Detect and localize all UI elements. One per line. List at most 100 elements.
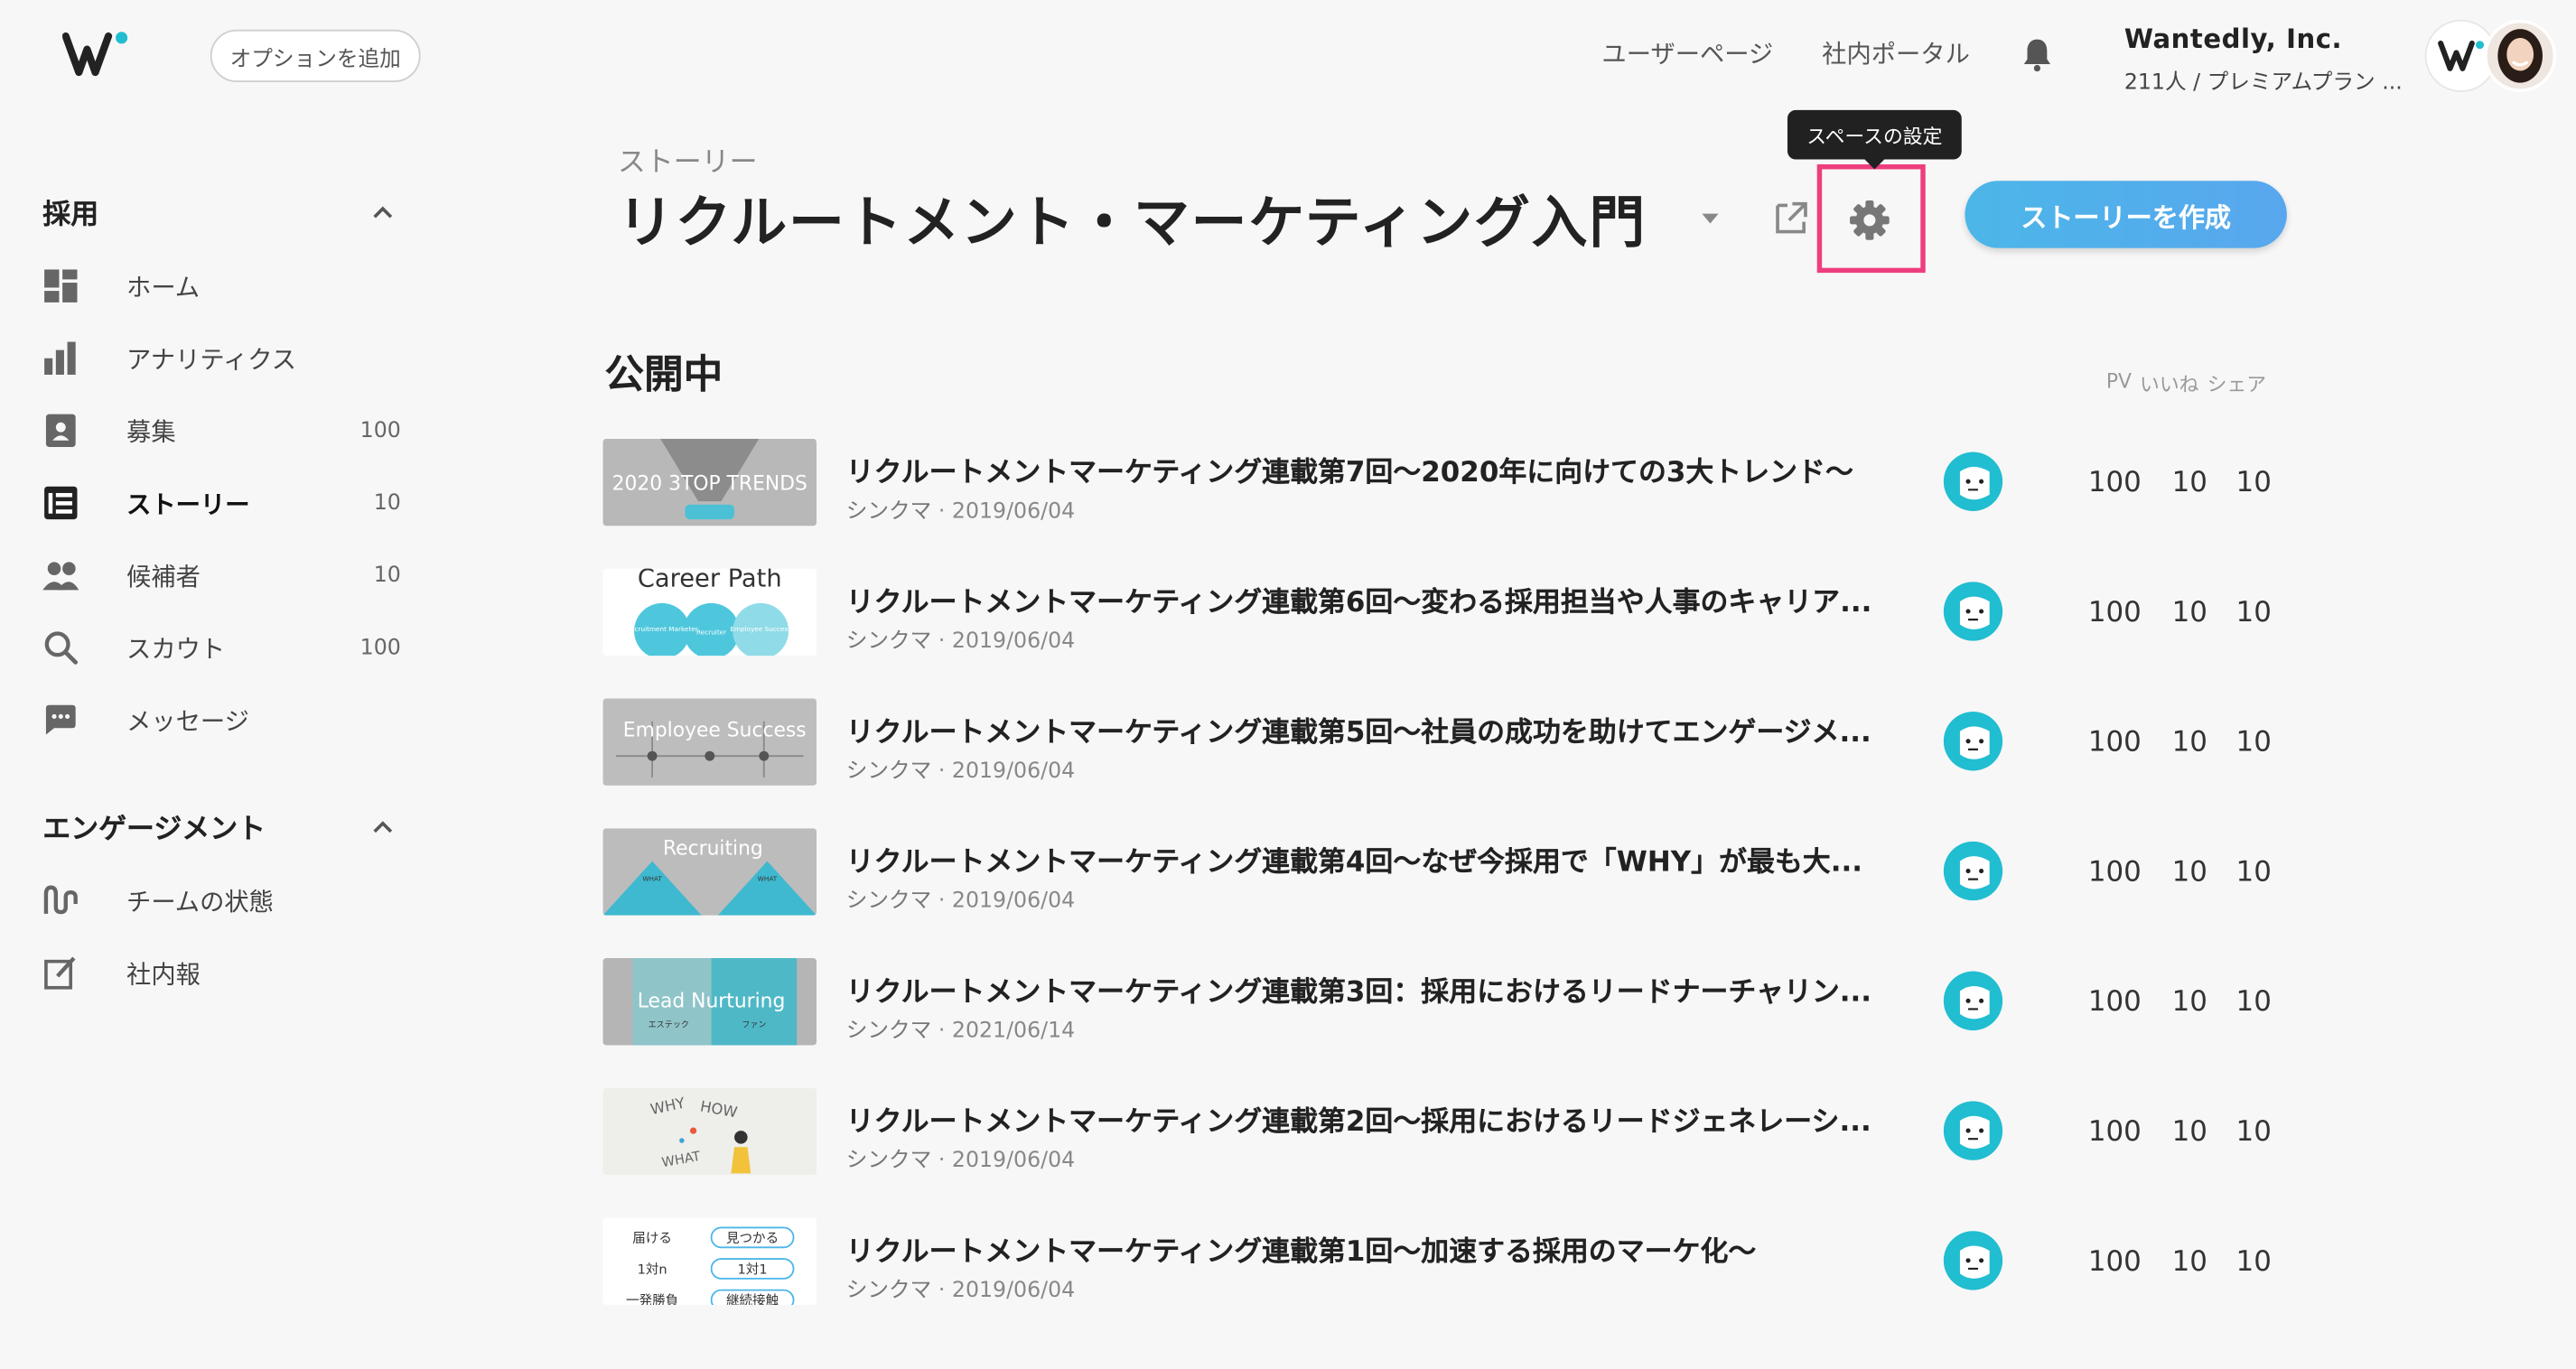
thumbnail-text: 一発勝負 <box>626 1293 678 1305</box>
sidebar-item-count: 10 <box>373 490 401 516</box>
story-title[interactable]: リクルートメントマーケティング連載第7回〜2020年に向けての3大トレンド〜 <box>846 449 1911 489</box>
settings-tooltip: スペースの設定 <box>1787 109 1962 170</box>
story-row[interactable]: Career Path Recruitment Marketer Recruit… <box>602 568 2295 657</box>
section-engagement[interactable]: エンゲージメント <box>42 806 266 846</box>
gear-icon[interactable] <box>1846 197 1892 243</box>
story-meta: シンクマ · 2019/06/04 <box>845 499 1076 525</box>
bell-icon[interactable] <box>2018 34 2058 74</box>
story-title[interactable]: リクルートメントマーケティング連載第2回〜採用におけるリードジェネレーシ... <box>846 1098 1911 1139</box>
author-avatar[interactable] <box>1943 582 2003 641</box>
thumbnail-text: Employee Success <box>623 719 807 741</box>
story-row[interactable]: 2020 3TOP TRENDS リクルートメントマーケティング連載第7回〜20… <box>602 438 2295 527</box>
company-name[interactable]: Wantedly, Inc. <box>2124 23 2342 54</box>
top-header: オプションを追加 ユーザーページ 社内ポータル Wantedly, Inc. 2… <box>0 0 2576 112</box>
story-date: 2019/06/04 <box>951 1149 1076 1174</box>
author-avatar[interactable] <box>1943 452 2003 511</box>
like-count: 10 <box>2171 985 2207 1020</box>
sidebar-item-team-status[interactable]: チームの状態 <box>40 878 401 924</box>
story-title[interactable]: リクルートメントマーケティング連載第3回：採用におけるリードナーチャリン... <box>846 968 1911 1009</box>
portal-link[interactable]: 社内ポータル <box>1822 36 1970 70</box>
sidebar-item-home[interactable]: ホーム <box>40 263 401 309</box>
chevron-up-icon[interactable] <box>371 815 394 838</box>
caret-down-icon[interactable] <box>1699 210 1722 227</box>
story-row[interactable]: 届ける 1対n 一発勝負 見つかる 1対1 継続接触 リクルートメントマーケティ… <box>602 1217 2295 1307</box>
author-avatar[interactable] <box>1943 1231 2003 1290</box>
user-page-link[interactable]: ユーザーページ <box>1601 36 1773 70</box>
thumbnail-text: Recruiter <box>696 628 726 636</box>
story-author: シンクマ <box>845 1019 932 1044</box>
author-avatar[interactable] <box>1943 971 2003 1031</box>
story-thumbnail[interactable]: 届ける 1対n 一発勝負 見つかる 1対1 継続接触 <box>602 1217 817 1306</box>
sidebar-item-jobs[interactable]: 募集 100 <box>40 407 401 453</box>
story-thumbnail[interactable]: WHY HOW WHAT <box>602 1087 817 1176</box>
story-thumbnail[interactable]: Employee Success <box>602 698 817 786</box>
column-headers: PV いいね シェア <box>2106 369 2266 397</box>
story-meta: シンクマ · 2019/06/04 <box>845 759 1076 785</box>
pv-count: 100 <box>2087 1245 2142 1279</box>
sidebar-item-stories[interactable]: ストーリー 10 <box>40 480 401 526</box>
thumbnail-text: 継続接触 <box>726 1293 779 1305</box>
story-meta: シンクマ · 2019/06/04 <box>845 1149 1076 1174</box>
like-count: 10 <box>2171 466 2207 500</box>
create-story-button[interactable]: ストーリーを作成 <box>1965 181 2287 248</box>
share-count: 10 <box>2235 466 2272 500</box>
author-avatar[interactable] <box>1943 841 2003 901</box>
story-meta: シンクマ · 2019/06/04 <box>845 1278 1076 1304</box>
thumbnail-text: WHAT <box>642 874 662 882</box>
sidebar-item-scout[interactable]: スカウト 100 <box>40 625 401 671</box>
story-thumbnail[interactable]: Recruiting WHAT WHAT <box>602 828 817 916</box>
column-shares: シェア <box>2207 373 2267 396</box>
chevron-up-icon[interactable] <box>371 200 394 223</box>
company-plan: 211人 / プレミアムプラン ... <box>2123 70 2403 96</box>
share-count: 10 <box>2235 985 2272 1020</box>
sidebar-item-candidates[interactable]: 候補者 10 <box>40 552 401 598</box>
story-thumbnail[interactable]: 2020 3TOP TRENDS <box>602 438 817 526</box>
sidebar-item-newsletter[interactable]: 社内報 <box>40 950 401 996</box>
sidebar-item-label: ホーム <box>126 272 201 302</box>
story-row[interactable]: Lead Nurturing エステック ファン リクルートメントマーケティング… <box>602 958 2295 1047</box>
section-recruit[interactable]: 採用 <box>42 191 98 231</box>
dashboard-icon <box>40 265 82 307</box>
sidebar-item-analytics[interactable]: アナリティクス <box>40 335 401 381</box>
wave-icon <box>40 880 82 922</box>
thumbnail-text: 見つかる <box>726 1231 779 1246</box>
external-link-icon[interactable] <box>1771 199 1811 238</box>
sidebar-item-label: チームの状態 <box>126 886 274 917</box>
thumbnail-text: 届ける <box>632 1231 672 1246</box>
story-thumbnail[interactable]: Career Path Recruitment Marketer Recruit… <box>602 568 817 657</box>
sidebar-item-count: 100 <box>359 418 401 443</box>
story-author: シンクマ <box>845 1149 932 1174</box>
pv-count: 100 <box>2087 985 2142 1020</box>
add-option-button[interactable]: オプションを追加 <box>210 29 421 82</box>
breadcrumb[interactable]: ストーリー <box>618 138 758 179</box>
author-avatar[interactable] <box>1943 1101 2003 1160</box>
author-avatar[interactable] <box>1943 712 2003 771</box>
bar-chart-icon <box>40 337 82 379</box>
pv-count: 100 <box>2087 726 2142 759</box>
story-title[interactable]: リクルートメントマーケティング連載第5回〜社員の成功を助けてエンゲージメ... <box>846 708 1911 749</box>
story-row[interactable]: Recruiting WHAT WHAT リクルートメントマーケティング連載第4… <box>602 828 2295 917</box>
account-avatars[interactable] <box>2424 19 2557 92</box>
sidebar-item-label: 社内報 <box>126 958 201 989</box>
sidebar-item-label: 募集 <box>126 416 176 447</box>
sidebar: 採用 ホーム アナリティクス 募集 100 ストーリー 10 候補者 10 スカ… <box>0 112 435 1369</box>
story-row[interactable]: Employee Success リクルートメントマーケティング連載第5回〜社員… <box>602 698 2295 787</box>
wantedly-logo[interactable] <box>62 30 135 79</box>
story-meta: シンクマ · 2021/06/14 <box>845 1019 1076 1044</box>
thumbnail-text: Employee Success <box>730 625 791 633</box>
story-meta: シンクマ · 2019/06/04 <box>845 889 1076 914</box>
thumbnail-text: 2020 3TOP TRENDS <box>612 472 807 495</box>
story-thumbnail[interactable]: Lead Nurturing エステック ファン <box>602 958 817 1046</box>
column-pv: PV <box>2105 369 2132 393</box>
like-count: 10 <box>2171 596 2207 630</box>
share-count: 10 <box>2235 1115 2272 1150</box>
story-title[interactable]: リクルートメントマーケティング連載第6回〜変わる採用担当や人事のキャリア... <box>846 579 1911 619</box>
thumbnail-text: Recruiting <box>663 837 763 860</box>
thumbnail-text: 1対1 <box>738 1262 768 1277</box>
story-title[interactable]: リクルートメントマーケティング連載第1回〜加速する採用のマーケ化〜 <box>846 1227 1911 1269</box>
search-icon <box>40 626 82 668</box>
story-row[interactable]: WHY HOW WHAT リクルートメントマーケティング連載第2回〜採用における… <box>602 1087 2295 1177</box>
sidebar-item-label: 候補者 <box>126 561 201 591</box>
story-title[interactable]: リクルートメントマーケティング連載第4回〜なぜ今採用で「WHY」が最も大... <box>846 838 1911 879</box>
sidebar-item-messages[interactable]: メッセージ <box>40 697 401 743</box>
